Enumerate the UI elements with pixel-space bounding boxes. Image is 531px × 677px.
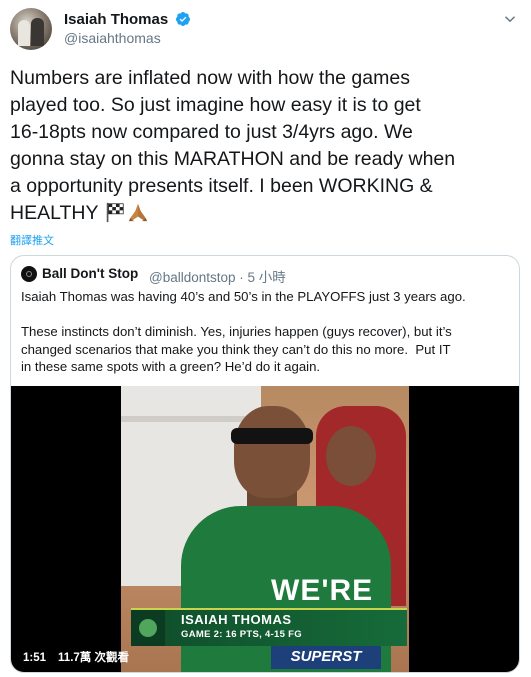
quote-author-avatar[interactable] — [21, 266, 37, 282]
author-avatar[interactable] — [10, 8, 52, 50]
author-name-row[interactable]: Isaiah Thomas — [64, 11, 191, 29]
verified-badge-icon — [176, 12, 191, 26]
jersey-text: WE'RE — [271, 574, 374, 607]
video-view-count: 11.7萬 次觀看 — [58, 652, 129, 664]
quote-meta: @balldontstop · 5 小時 — [149, 266, 286, 286]
tweet-body: Numbers are inflated now with how the ga… — [10, 65, 525, 227]
quote-text: Isaiah Thomas was having 40’s and 50’s i… — [21, 289, 466, 374]
author-name[interactable]: Isaiah Thomas — [64, 11, 168, 28]
meta-separator: · — [239, 270, 244, 285]
quote-author-handle: @balldontstop — [149, 270, 236, 285]
lower-third-stat: GAME 2: 16 PTS, 4-15 FG — [181, 629, 302, 640]
broadcast-lower-third: ISAIAH THOMAS GAME 2: 16 PTS, 4-15 FG — [131, 608, 407, 646]
author-handle[interactable]: @isaiahthomas — [64, 30, 161, 46]
chevron-down-icon[interactable] — [501, 10, 519, 28]
checkered-flag-icon — [106, 202, 124, 223]
lower-third-name: ISAIAH THOMAS — [181, 612, 292, 627]
quote-timestamp[interactable]: 5 小時 — [248, 270, 286, 285]
folded-hands-icon — [128, 203, 147, 222]
quote-author-name[interactable]: Ball Don't Stop — [42, 266, 138, 281]
player-head — [234, 406, 310, 498]
video-player[interactable]: WE'RE SUPERST ISAIAH THOMAS GAME 2: 16 P… — [11, 386, 519, 672]
video-info-overlay: 1:51 11.7萬 次觀看 — [23, 649, 141, 665]
celtics-logo-icon — [131, 610, 165, 646]
tweet-text: Numbers are inflated now with how the ga… — [10, 67, 456, 224]
translate-tweet-link[interactable]: 翻譯推文 — [10, 232, 54, 248]
video-duration: 1:51 — [23, 652, 47, 664]
super-banner: SUPERST — [271, 645, 381, 669]
headband — [231, 428, 313, 444]
quoted-tweet[interactable]: Ball Don't Stop @balldontstop · 5 小時 Isa… — [10, 255, 520, 673]
tweet-header: Isaiah Thomas @isaiahthomas — [10, 8, 521, 52]
